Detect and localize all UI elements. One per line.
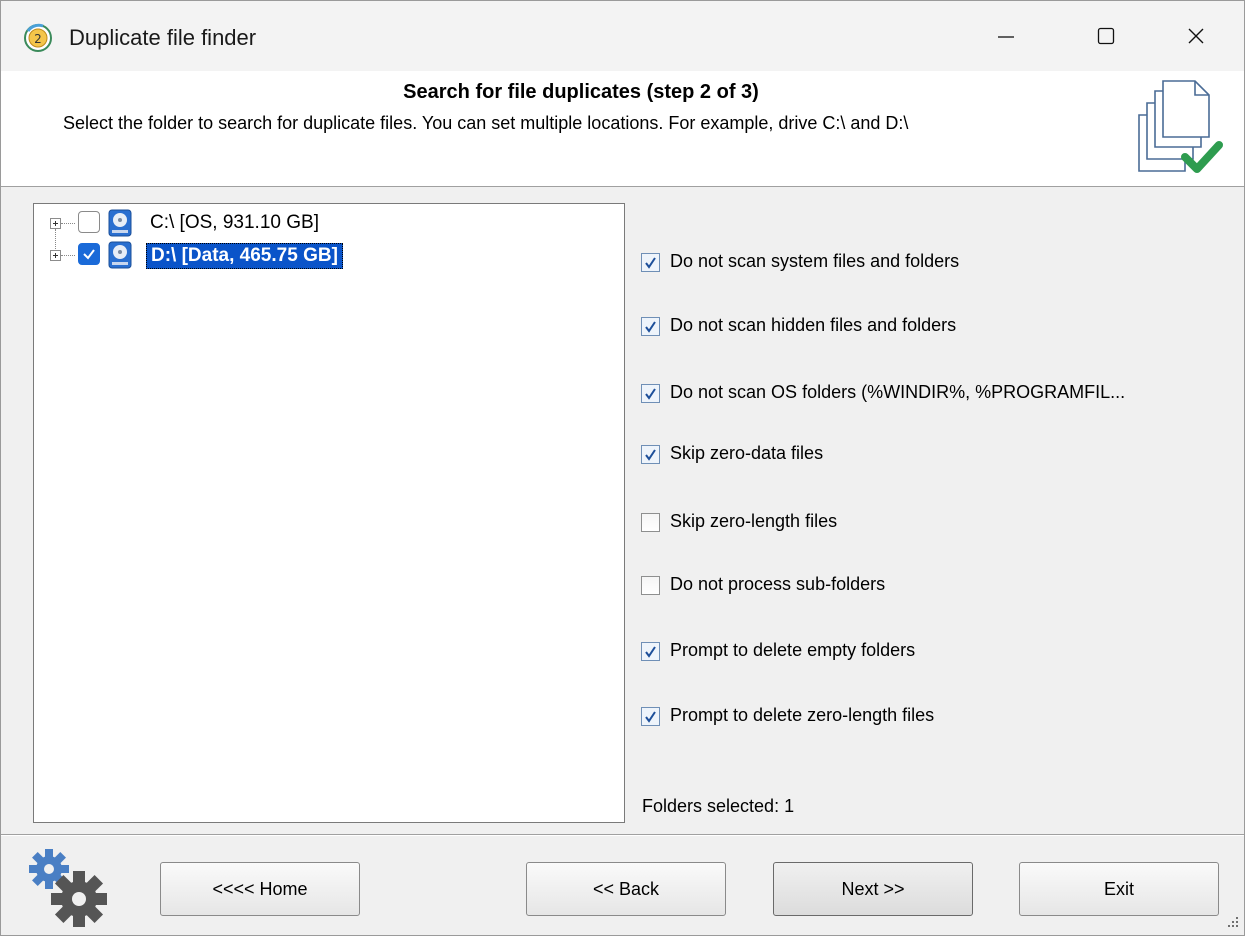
expand-icon[interactable]	[50, 218, 61, 229]
option-label: Do not scan OS folders (%WINDIR%, %PROGR…	[670, 382, 1126, 402]
option-label: Do not scan hidden files and folders	[670, 315, 957, 335]
footer-divider	[1, 834, 1244, 836]
checkmark-icon	[645, 321, 656, 333]
svg-text:2: 2	[34, 32, 42, 46]
close-icon	[1188, 28, 1204, 44]
minimize-icon	[998, 36, 1014, 38]
wizard-header: Search for file duplicates (step 2 of 3)…	[1, 71, 1244, 187]
option-checkbox[interactable]	[641, 317, 660, 336]
option-label: Do not process sub-folders	[670, 574, 886, 594]
option-label: Skip zero-length files	[670, 511, 838, 531]
option-checkbox[interactable]	[641, 384, 660, 403]
tree-item-label: D:\ [Data, 465.75 GB]	[146, 243, 343, 269]
wizard-step-title: Search for file duplicates (step 2 of 3)	[403, 81, 759, 103]
checkmark-icon	[645, 711, 656, 723]
checkmark-icon	[645, 388, 656, 400]
option-checkbox[interactable]	[641, 576, 660, 595]
drive-d-checkbox[interactable]	[78, 243, 100, 265]
next-button[interactable]: Next >>	[773, 862, 973, 916]
app-window: 2 Duplicate file finder Search for file …	[0, 0, 1245, 936]
option-checkbox[interactable]	[641, 707, 660, 726]
resize-grip-icon[interactable]	[1224, 915, 1240, 931]
option-label: Skip zero-data files	[670, 443, 824, 463]
checkmark-icon	[645, 257, 656, 269]
duplicate-files-icon	[1138, 80, 1223, 173]
home-button[interactable]: <<<< Home	[160, 862, 360, 916]
title-bar: 2 Duplicate file finder	[1, 1, 1244, 71]
option-label: Do not scan system files and folders	[670, 251, 960, 271]
maximize-icon	[1097, 27, 1115, 45]
close-button[interactable]	[1151, 1, 1241, 71]
tree-item-drive-c[interactable]: C:\ [OS, 931.10 GB]	[34, 208, 614, 249]
folder-tree[interactable]: C:\ [OS, 931.10 GB] D:\ [Data, 465.75 GB…	[33, 203, 625, 823]
window-title: Duplicate file finder	[69, 25, 257, 50]
option-label: Prompt to delete empty folders	[670, 640, 916, 660]
checkmark-icon	[83, 249, 95, 260]
maximize-button[interactable]	[1061, 1, 1151, 71]
settings-gears-icon	[29, 849, 107, 927]
exit-button[interactable]: Exit	[1019, 862, 1219, 916]
minimize-button[interactable]	[961, 1, 1051, 71]
option-checkbox[interactable]	[641, 253, 660, 272]
expand-icon[interactable]	[50, 250, 61, 261]
hard-drive-icon	[108, 241, 132, 269]
wizard-step-description: Select the folder to search for duplicat…	[63, 113, 909, 133]
option-checkbox[interactable]	[641, 642, 660, 661]
folders-selected-count: Folders selected: 1	[642, 796, 795, 816]
app-logo-icon: 2	[24, 23, 52, 52]
option-checkbox[interactable]	[641, 445, 660, 464]
tree-item-drive-d[interactable]: D:\ [Data, 465.75 GB]	[34, 240, 614, 272]
back-button[interactable]: << Back	[526, 862, 726, 916]
checkmark-icon	[645, 449, 656, 461]
tree-item-label: C:\ [OS, 931.10 GB]	[150, 212, 319, 233]
option-checkbox[interactable]	[641, 513, 660, 532]
drive-c-checkbox[interactable]	[78, 211, 100, 233]
option-label: Prompt to delete zero-length files	[670, 705, 935, 725]
hard-drive-icon	[108, 209, 132, 237]
checkmark-icon	[645, 646, 656, 658]
